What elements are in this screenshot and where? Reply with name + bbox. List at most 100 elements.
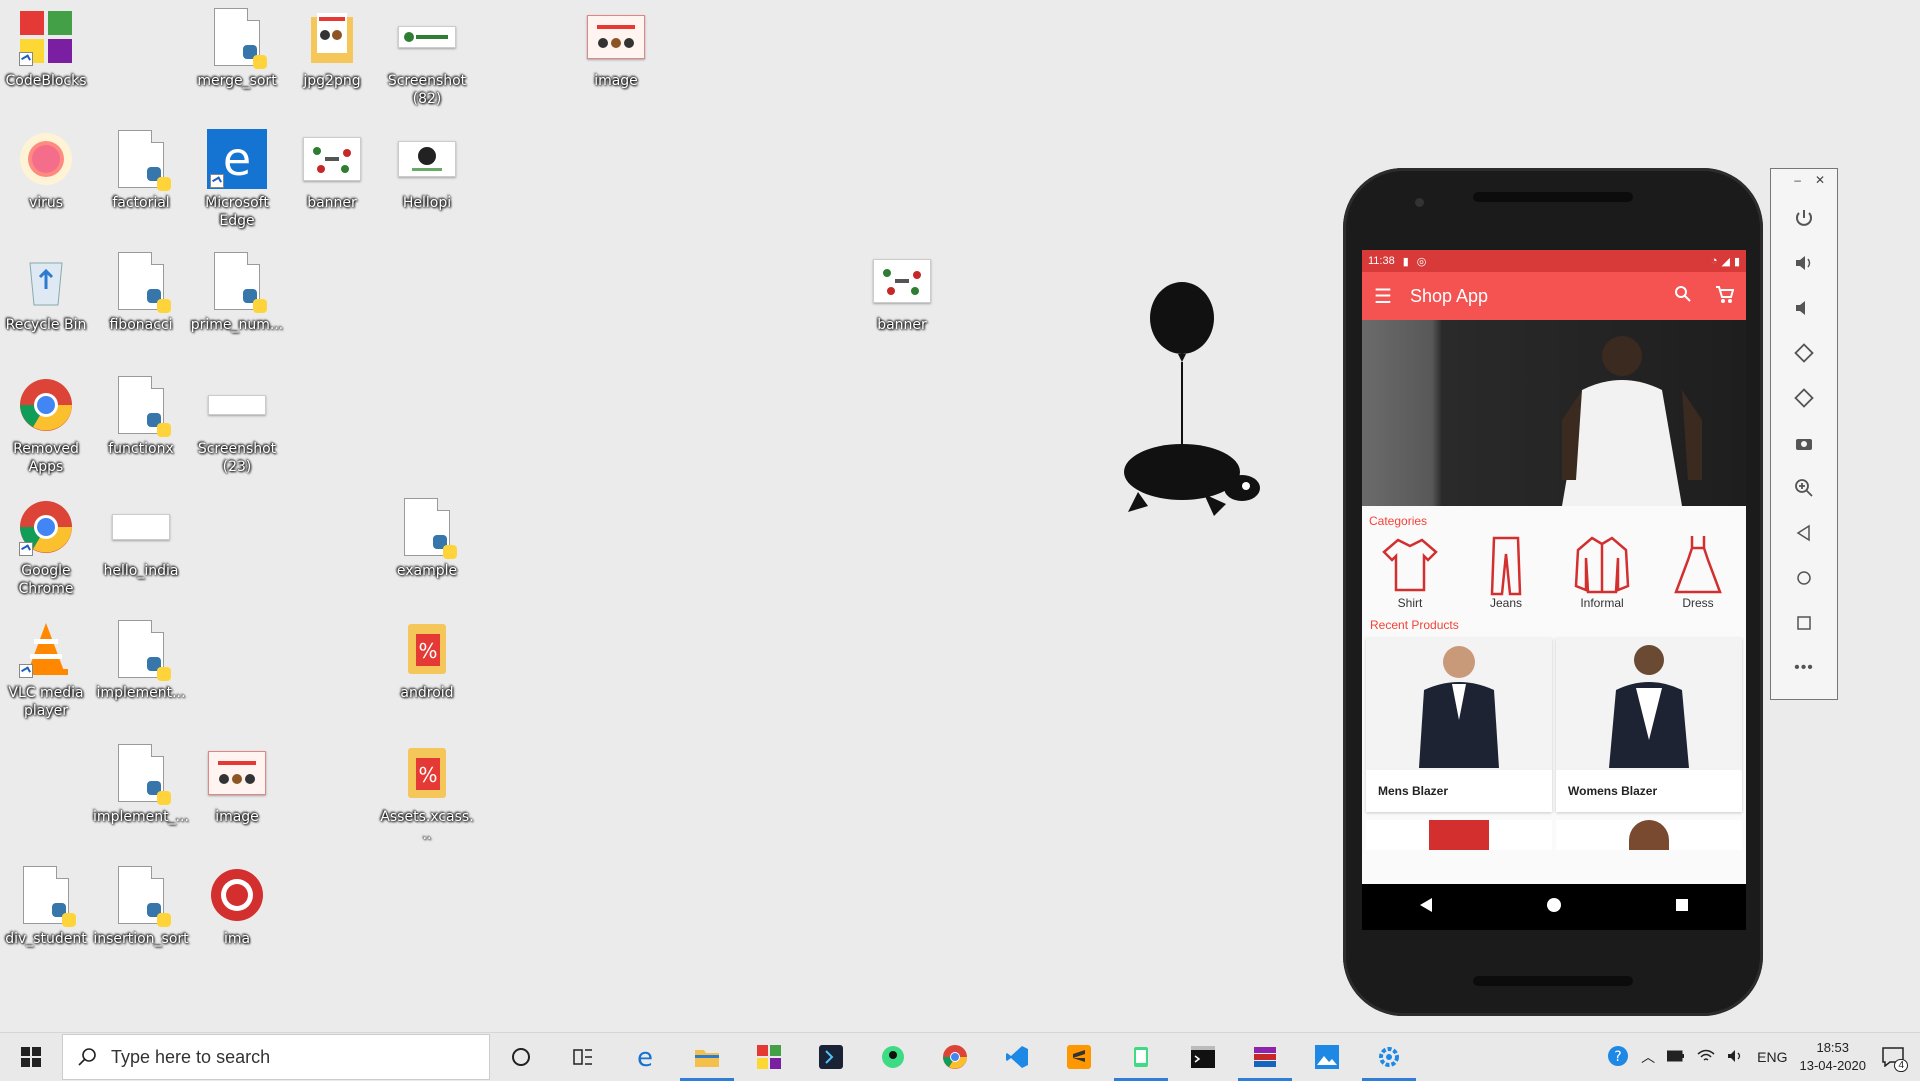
start-button[interactable] xyxy=(0,1033,62,1081)
clock[interactable]: 18:53 13-04-2020 xyxy=(1800,1039,1867,1075)
taskbar-winrar[interactable] xyxy=(1234,1033,1296,1081)
desktop-icon-jpg2png[interactable]: jpg2png xyxy=(284,6,380,90)
taskbar-codeblocks[interactable] xyxy=(738,1033,800,1081)
volume-down-button[interactable] xyxy=(1771,285,1837,330)
desktop-icon-implement1[interactable]: implement... xyxy=(93,618,189,702)
cortana-button[interactable] xyxy=(490,1033,552,1081)
emulator-screen[interactable]: 11:38 ▮ ◎ ◔ ◢ ▮ ☰ Shop App Categories Sh… xyxy=(1362,250,1746,930)
desktop-icon-ima[interactable]: ima xyxy=(189,864,285,948)
desktop-icon-removed-apps[interactable]: Removed Apps xyxy=(0,374,94,476)
desktop-icon-image2[interactable]: image xyxy=(189,742,285,826)
desktop-icon-recycle-bin[interactable]: Recycle Bin xyxy=(0,250,94,334)
desktop-icon-factorial[interactable]: factorial xyxy=(93,128,189,212)
category-label: Informal xyxy=(1580,596,1624,610)
product-card-partial[interactable] xyxy=(1366,820,1552,850)
search-placeholder: Type here to search xyxy=(111,1046,271,1067)
language-indicator[interactable]: ENG xyxy=(1757,1049,1787,1065)
taskbar-app-green[interactable] xyxy=(862,1033,924,1081)
desktop-icon-edge[interactable]: e Microsoft Edge xyxy=(189,128,285,230)
desktop-icon-hello-india[interactable]: hello_india xyxy=(93,496,189,580)
desktop-icon-android[interactable]: % android xyxy=(379,618,475,702)
category-informal[interactable]: Informal xyxy=(1562,534,1642,610)
recents-icon[interactable] xyxy=(1673,896,1691,919)
android-nav-bar xyxy=(1362,884,1746,930)
screenshot-button[interactable] xyxy=(1771,420,1837,465)
product-card-partial[interactable] xyxy=(1556,820,1742,850)
taskbar-chrome[interactable] xyxy=(924,1033,986,1081)
desktop-icon-hellopi[interactable]: Hellopi xyxy=(379,128,475,212)
category-shirt[interactable]: Shirt xyxy=(1370,534,1450,610)
taskbar-edge[interactable]: e xyxy=(614,1033,676,1081)
home-icon[interactable] xyxy=(1545,896,1563,919)
more-button[interactable]: ••• xyxy=(1771,645,1837,690)
menu-icon[interactable]: ☰ xyxy=(1374,284,1392,309)
rotate-right-button[interactable] xyxy=(1771,375,1837,420)
desktop-icon-screenshot82[interactable]: Screenshot (82) xyxy=(379,6,475,108)
taskbar-vscode[interactable] xyxy=(986,1033,1048,1081)
edge-icon: e xyxy=(206,128,268,190)
chevron-up-icon[interactable]: ︿ xyxy=(1641,1047,1655,1067)
dress-icon xyxy=(1674,536,1722,594)
python-file-icon xyxy=(110,128,172,191)
volume-up-button[interactable] xyxy=(1771,240,1837,285)
overview-button[interactable] xyxy=(1771,600,1837,645)
desktop-icon-image-top[interactable]: image xyxy=(568,6,664,90)
desktop-icon-example[interactable]: example xyxy=(379,496,475,580)
search-icon[interactable] xyxy=(1674,285,1692,308)
taskbar-search-box[interactable]: Type here to search xyxy=(62,1034,490,1080)
product-card[interactable]: Womens Blazer xyxy=(1556,638,1742,812)
front-camera xyxy=(1415,198,1424,207)
desktop-icon-codeblocks[interactable]: CodeBlocks xyxy=(0,6,94,90)
sublime-icon xyxy=(1067,1045,1091,1069)
zoom-button[interactable] xyxy=(1771,465,1837,510)
power-button[interactable] xyxy=(1771,195,1837,240)
taskbar-sublime[interactable] xyxy=(1048,1033,1110,1081)
desktop-icon-virus[interactable]: virus xyxy=(0,128,94,212)
task-view-button[interactable] xyxy=(552,1033,614,1081)
mens-blazer-image xyxy=(1366,638,1552,770)
desktop-icon-prime[interactable]: prime_num... xyxy=(189,250,285,334)
folder-icon xyxy=(301,6,363,68)
rotate-right-icon xyxy=(1794,387,1814,408)
taskbar-file-explorer[interactable] xyxy=(676,1033,738,1081)
back-button[interactable] xyxy=(1771,510,1837,555)
category-dress[interactable]: Dress xyxy=(1658,534,1738,610)
notification-button[interactable]: 4 xyxy=(1878,1042,1908,1072)
product-card[interactable]: Mens Blazer xyxy=(1366,638,1552,812)
taskbar-cmd[interactable] xyxy=(1172,1033,1234,1081)
desktop-icon-label: Recycle Bin xyxy=(5,317,87,333)
battery-icon[interactable] xyxy=(1666,1049,1685,1065)
desktop-icon-fibonacci[interactable]: fibonacci xyxy=(93,250,189,334)
desktop-icon-banner2[interactable]: banner xyxy=(854,250,950,334)
desktop-icon-functionx[interactable]: functionx xyxy=(93,374,189,458)
minimize-icon[interactable]: – xyxy=(1794,173,1801,187)
desktop-icon-merge-sort[interactable]: merge_sort xyxy=(189,6,285,90)
close-icon[interactable]: ✕ xyxy=(1815,173,1825,187)
taskbar-settings-app[interactable] xyxy=(1358,1033,1420,1081)
taskbar-photos[interactable] xyxy=(1296,1033,1358,1081)
rotate-left-button[interactable] xyxy=(1771,330,1837,375)
desktop-icon-banner1[interactable]: banner xyxy=(284,128,380,212)
desktop-icon-div-student[interactable]: div_student xyxy=(0,864,94,948)
desktop-icon-screenshot23[interactable]: Screenshot (23) xyxy=(189,374,285,476)
desktop-icon-insertion-sort[interactable]: insertion_sort xyxy=(93,864,189,948)
desktop-icon-assets[interactable]: % Assets.xcass... xyxy=(379,742,475,844)
desktop-icon-vlc[interactable]: VLC media player xyxy=(0,618,94,720)
back-icon[interactable] xyxy=(1417,896,1435,919)
taskbar-powershell[interactable] xyxy=(800,1033,862,1081)
python-file-icon xyxy=(110,864,172,927)
desktop-icon-label: factorial xyxy=(112,195,170,211)
taskbar-emulator[interactable] xyxy=(1110,1033,1172,1081)
cart-icon[interactable] xyxy=(1714,284,1735,309)
home-button[interactable] xyxy=(1771,555,1837,600)
desktop-icon-label: Assets.xcass... xyxy=(380,809,474,843)
volume-icon[interactable] xyxy=(1727,1049,1745,1066)
wifi-icon[interactable] xyxy=(1697,1049,1715,1066)
category-jeans[interactable]: Jeans xyxy=(1466,534,1546,610)
hero-banner-image[interactable] xyxy=(1362,320,1746,506)
jeans-icon xyxy=(1490,536,1522,596)
desktop-icon-implement2[interactable]: implement_... xyxy=(93,742,189,826)
help-icon[interactable]: ? xyxy=(1607,1045,1629,1070)
desktop-icon-google-chrome[interactable]: Google Chrome xyxy=(0,496,94,598)
wifi-icon: ◔ xyxy=(1710,254,1718,267)
